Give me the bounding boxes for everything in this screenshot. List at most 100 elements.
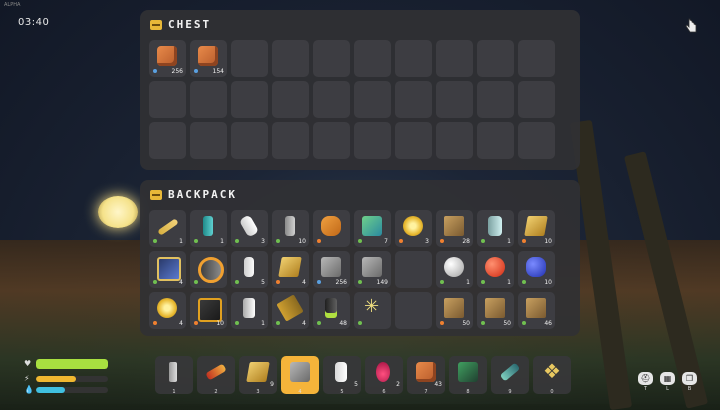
chest-slot[interactable] bbox=[395, 40, 432, 77]
book-button[interactable]: ❒ B bbox=[682, 372, 697, 392]
chest-slot[interactable]: 256 bbox=[149, 40, 186, 77]
chest-slot[interactable] bbox=[395, 122, 432, 159]
chest-slot[interactable] bbox=[313, 122, 350, 159]
crate-icon bbox=[157, 46, 177, 66]
chest-slot[interactable] bbox=[231, 122, 268, 159]
backpack-slot[interactable]: 10 bbox=[518, 210, 555, 247]
backpack-slot[interactable]: 10 bbox=[272, 210, 309, 247]
hotbar-slot[interactable]: 8 bbox=[449, 356, 487, 395]
chest-slot[interactable] bbox=[354, 122, 391, 159]
rarity-dot bbox=[235, 239, 239, 243]
backpack-slot[interactable] bbox=[395, 251, 432, 288]
backpack-slot[interactable]: 3 bbox=[395, 210, 432, 247]
hotkey-label: 6 bbox=[382, 389, 386, 395]
backpack-slot[interactable]: 1 bbox=[436, 251, 473, 288]
rarity-dot bbox=[153, 321, 157, 325]
backpack-slot[interactable]: 28 bbox=[436, 210, 473, 247]
hotbar-slot[interactable]: 93 bbox=[239, 356, 277, 395]
hotbar-slot[interactable]: 55 bbox=[323, 356, 361, 395]
backpack-slot[interactable]: 4 bbox=[272, 251, 309, 288]
chest-slot[interactable] bbox=[436, 81, 473, 118]
helmet-button[interactable]: ⛑ T bbox=[638, 372, 653, 392]
ball-icon bbox=[444, 257, 464, 277]
hotkey-label: 3 bbox=[256, 389, 260, 395]
chest-slot[interactable] bbox=[518, 40, 555, 77]
backpack-slot[interactable]: 1 bbox=[477, 251, 514, 288]
chest-slot[interactable] bbox=[436, 40, 473, 77]
backpack-slot[interactable]: 5 bbox=[231, 251, 268, 288]
hotbar-slot[interactable]: 26 bbox=[365, 356, 403, 395]
hammer-icon bbox=[169, 362, 177, 382]
backpack-slot[interactable]: 1 bbox=[231, 292, 268, 329]
chest-slot[interactable] bbox=[149, 81, 186, 118]
chest-slot[interactable] bbox=[272, 81, 309, 118]
chest-slot[interactable] bbox=[354, 81, 391, 118]
green-machine-icon bbox=[458, 362, 478, 382]
hotbar-slot[interactable]: 9 bbox=[491, 356, 529, 395]
item-count: 4 bbox=[179, 279, 183, 286]
backpack-slot[interactable] bbox=[395, 292, 432, 329]
grey-icon bbox=[285, 216, 295, 236]
hotbar-slot[interactable]: 4 bbox=[281, 356, 319, 395]
backpack-slot[interactable]: 4 bbox=[272, 292, 309, 329]
chest-slot[interactable] bbox=[272, 40, 309, 77]
chest-slot[interactable] bbox=[190, 122, 227, 159]
backpack-slot[interactable] bbox=[313, 210, 350, 247]
chest-slot[interactable] bbox=[149, 122, 186, 159]
backpack-slot[interactable]: 10 bbox=[518, 251, 555, 288]
item-count: 4 bbox=[302, 279, 306, 286]
backpack-slot[interactable]: 7 bbox=[354, 210, 391, 247]
hotbar-slot[interactable]: 1 bbox=[155, 356, 193, 395]
backpack-slot[interactable]: 50 bbox=[436, 292, 473, 329]
backpack-slot[interactable]: 50 bbox=[477, 292, 514, 329]
chest-slot[interactable] bbox=[354, 40, 391, 77]
backpack-slot[interactable]: 149 bbox=[354, 251, 391, 288]
chest-title: CHEST bbox=[168, 18, 212, 31]
chest-slot[interactable] bbox=[395, 81, 432, 118]
map-button[interactable]: ▦ L bbox=[660, 372, 675, 392]
backpack-slot[interactable] bbox=[190, 251, 227, 288]
backpack-slot[interactable]: 3 bbox=[231, 210, 268, 247]
chest-slot[interactable] bbox=[313, 81, 350, 118]
chest-slot[interactable] bbox=[190, 81, 227, 118]
item-count: 10 bbox=[216, 320, 224, 327]
chest-slot[interactable] bbox=[272, 122, 309, 159]
backpack-slot[interactable]: 1 bbox=[149, 210, 186, 247]
chest-slot[interactable] bbox=[518, 122, 555, 159]
backpack-slot[interactable]: 48 bbox=[313, 292, 350, 329]
bolt-icon: ⚡ bbox=[24, 374, 30, 383]
chest-slot[interactable] bbox=[436, 122, 473, 159]
backpack-slot[interactable]: 10 bbox=[190, 292, 227, 329]
hotbar-slot[interactable]: 2 bbox=[197, 356, 235, 395]
backpack-slot[interactable]: 256 bbox=[313, 251, 350, 288]
chest-slot[interactable] bbox=[231, 81, 268, 118]
machine-icon bbox=[362, 216, 382, 236]
backpack-slot[interactable]: 4 bbox=[149, 251, 186, 288]
backpack-slot[interactable]: 1 bbox=[477, 210, 514, 247]
chest-slot[interactable] bbox=[477, 40, 514, 77]
chest-slot[interactable] bbox=[477, 81, 514, 118]
chest-slot[interactable] bbox=[477, 122, 514, 159]
chest-slot[interactable]: 154 bbox=[190, 40, 227, 77]
backpack-slot[interactable] bbox=[354, 292, 391, 329]
hotbar-slot[interactable]: 0 bbox=[533, 356, 571, 395]
chest-slot[interactable] bbox=[231, 40, 268, 77]
item-count: 9 bbox=[270, 381, 274, 388]
rarity-dot bbox=[153, 280, 157, 284]
hotkey-label: L bbox=[666, 386, 669, 392]
plate-icon bbox=[278, 257, 302, 277]
health-bar-fill bbox=[36, 359, 108, 369]
backpack-slot[interactable]: 1 bbox=[190, 210, 227, 247]
hotbar-slot[interactable]: 43 7 bbox=[407, 356, 445, 395]
chest-slot[interactable] bbox=[518, 81, 555, 118]
rarity-dot bbox=[358, 239, 362, 243]
white-icon bbox=[238, 214, 260, 238]
backpack-slot[interactable]: 46 bbox=[518, 292, 555, 329]
item-count: 3 bbox=[425, 238, 429, 245]
rarity-dot bbox=[358, 321, 362, 325]
backpack-slot[interactable]: 4 bbox=[149, 292, 186, 329]
hotkey-label: B bbox=[687, 386, 692, 392]
chest-header: CHEST bbox=[150, 18, 211, 31]
chest-slot[interactable] bbox=[313, 40, 350, 77]
hotkey-label: 1 bbox=[172, 389, 176, 395]
